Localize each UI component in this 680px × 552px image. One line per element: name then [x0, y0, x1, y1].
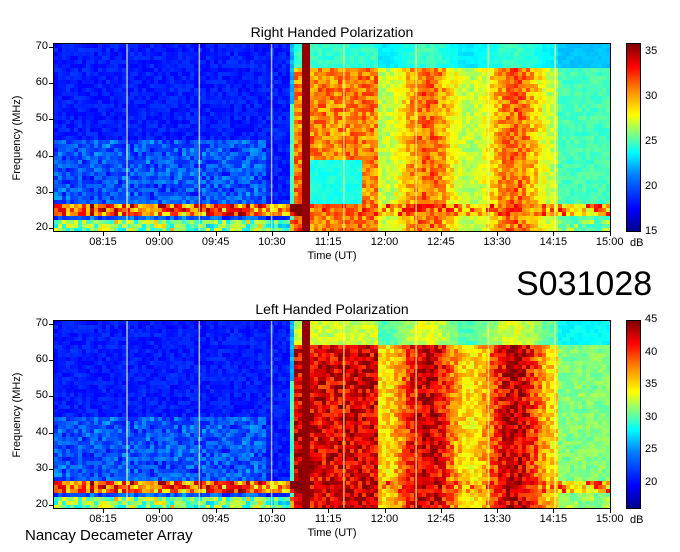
colorbar — [626, 320, 641, 509]
y-tick-label: 40 — [35, 425, 48, 438]
y-tick-mark — [49, 47, 53, 48]
x-tick-label: 15:00 — [595, 513, 624, 525]
colorbar-tick-label: 15 — [645, 225, 658, 237]
x-tick-mark — [553, 232, 555, 236]
y-tick-label: 50 — [35, 389, 48, 402]
x-tick-label: 11:15 — [314, 236, 342, 248]
x-tick-mark — [609, 232, 611, 236]
x-tick-label: 14:15 — [539, 513, 568, 525]
x-tick-mark — [271, 232, 273, 236]
x-tick-label: 09:45 — [201, 513, 230, 525]
spectrogram-plot — [53, 43, 611, 232]
y-tick-label: 50 — [35, 112, 48, 125]
y-tick-mark — [49, 396, 53, 398]
x-tick-label: 14:15 — [539, 236, 568, 248]
x-tick-label: 08:15 — [89, 513, 117, 525]
y-tick-mark — [49, 505, 53, 506]
x-tick-label: 13:30 — [483, 236, 511, 248]
x-tick-mark — [159, 232, 161, 236]
x-tick-label: 12:00 — [370, 513, 399, 525]
y-tick-mark — [49, 324, 53, 325]
x-tick-label: 09:00 — [145, 236, 174, 248]
colorbar-tick-label: 30 — [645, 410, 658, 423]
y-tick-mark — [49, 119, 53, 121]
spectrogram-plot — [53, 320, 611, 509]
right-polarization-panel: Right Handed Polarization dB Frequency (… — [0, 0, 680, 270]
x-tick-mark — [384, 232, 386, 236]
y-tick-label: 20 — [35, 221, 48, 233]
x-tick-mark — [103, 232, 104, 236]
y-axis-label: Frequency (MHz) — [11, 372, 23, 458]
y-axis-label: Frequency (MHz) — [11, 95, 23, 181]
y-tick-label: 60 — [35, 353, 48, 366]
y-tick-label: 20 — [35, 498, 48, 510]
colorbar-tick-label: 30 — [645, 90, 658, 102]
y-tick-mark — [49, 432, 53, 434]
x-tick-mark — [215, 232, 217, 236]
x-tick-mark — [553, 509, 555, 513]
spectrogram-image — [54, 321, 610, 508]
x-tick-mark — [215, 509, 217, 513]
chart-title: Left Handed Polarization — [255, 301, 409, 317]
observatory-label: Nancay Decameter Array — [25, 527, 193, 544]
x-tick-label: 09:45 — [201, 236, 230, 248]
y-tick-mark — [49, 360, 53, 362]
x-tick-mark — [384, 509, 386, 513]
x-tick-mark — [497, 509, 499, 513]
x-tick-mark — [497, 232, 499, 236]
x-tick-label: 13:30 — [483, 513, 511, 525]
y-tick-label: 70 — [35, 317, 48, 329]
x-tick-label: 12:45 — [427, 513, 455, 525]
colorbar-tick-label: 25 — [645, 135, 658, 147]
x-tick-mark — [328, 232, 330, 236]
y-tick-mark — [49, 191, 53, 193]
x-tick-mark — [609, 509, 611, 513]
colorbar-unit: dB — [630, 237, 644, 249]
y-tick-label: 30 — [35, 184, 48, 197]
colorbar-tick-label: 20 — [645, 180, 658, 192]
x-tick-label: 08:15 — [89, 236, 117, 248]
x-tick-mark — [103, 509, 104, 513]
x-tick-mark — [440, 232, 442, 236]
y-tick-mark — [49, 468, 53, 470]
left-polarization-panel: Left Handed Polarization dB Frequency (M… — [0, 277, 680, 547]
colorbar-tick-label: 25 — [645, 443, 658, 456]
y-tick-label: 30 — [35, 461, 48, 474]
x-axis-label: Time (UT) — [307, 250, 357, 262]
x-tick-mark — [440, 509, 442, 513]
x-tick-label: 15:00 — [595, 236, 624, 248]
y-tick-label: 70 — [35, 40, 48, 52]
x-tick-label: 11:15 — [314, 513, 342, 525]
y-tick-mark — [49, 228, 53, 229]
x-tick-label: 12:45 — [427, 236, 455, 248]
y-tick-label: 40 — [35, 148, 48, 161]
colorbar — [626, 43, 641, 232]
y-tick-label: 60 — [35, 76, 48, 89]
colorbar-unit: dB — [630, 514, 644, 526]
y-tick-mark — [49, 155, 53, 157]
colorbar-tick-label: 45 — [645, 313, 658, 325]
x-tick-label: 12:00 — [370, 236, 399, 248]
x-tick-label: 10:30 — [258, 236, 286, 248]
x-tick-label: 10:30 — [258, 513, 286, 525]
colorbar-tick-label: 20 — [645, 475, 658, 488]
x-tick-mark — [328, 509, 330, 513]
x-tick-mark — [159, 509, 161, 513]
spectrogram-image — [54, 44, 610, 231]
x-tick-mark — [271, 509, 273, 513]
y-tick-mark — [49, 83, 53, 85]
colorbar-tick-label: 35 — [645, 45, 658, 57]
colorbar-tick-label: 40 — [645, 345, 658, 358]
colorbar-tick-label: 35 — [645, 378, 658, 391]
x-tick-label: 09:00 — [145, 513, 174, 525]
chart-title: Right Handed Polarization — [250, 24, 414, 40]
